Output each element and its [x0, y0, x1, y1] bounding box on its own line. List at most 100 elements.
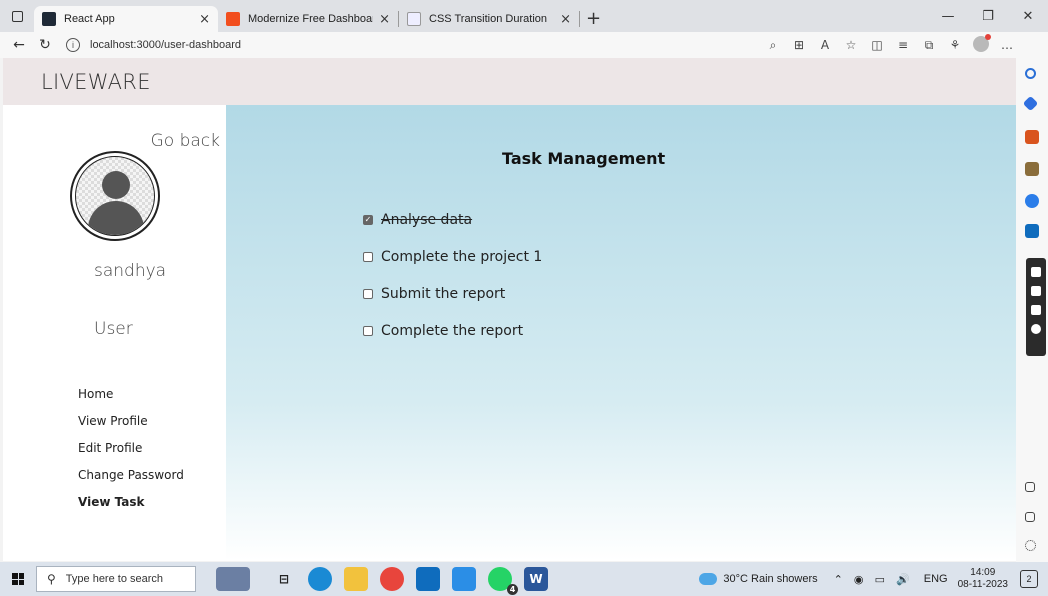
rain-cloud-icon [699, 573, 718, 585]
back-arrow-icon[interactable]: ← [6, 37, 32, 53]
close-tab-icon[interactable]: × [199, 12, 210, 27]
edge-browser-icon[interactable] [308, 567, 332, 591]
search-icon: ⚲ [47, 572, 56, 586]
word-icon[interactable]: W [524, 567, 548, 591]
refresh-icon[interactable]: ↻ [32, 37, 58, 53]
app-header: LIVEWARE [3, 58, 1016, 105]
profile-avatar-icon[interactable] [968, 33, 994, 55]
close-tab-icon[interactable]: × [379, 12, 390, 27]
settings-icon[interactable] [1031, 324, 1041, 334]
toolbar-icons: ⌕ ⊞ A ☆ ◫ ≡ ⧉ ⚘ … [760, 32, 1020, 58]
sidebar-item-edit-profile[interactable]: Edit Profile [78, 441, 184, 468]
user-role-text: User [94, 319, 133, 339]
windows-taskbar: ⚲ Type here to search ⊟ 4 W 30°C Rain sh… [0, 562, 1048, 596]
app-available-icon[interactable]: ⊞ [786, 38, 812, 52]
task-view-icon[interactable]: ⊟ [272, 567, 296, 591]
task-label: Complete the report [381, 322, 524, 339]
browser-tab-modernize[interactable]: Modernize Free Dashboard Desi × [218, 6, 398, 32]
weather-widget[interactable]: 30°C Rain showers [699, 573, 818, 585]
task-item: ✓ Analyse data [363, 201, 542, 238]
task-checkbox[interactable] [363, 288, 373, 299]
notification-count: 2 [1026, 574, 1032, 584]
games-icon[interactable] [1025, 162, 1039, 176]
clock-date: 08-11-2023 [957, 579, 1008, 590]
pinned-app-image-icon[interactable] [216, 567, 250, 591]
taskbar-search[interactable]: ⚲ Type here to search [36, 566, 196, 592]
chrome-icon[interactable] [380, 567, 404, 591]
task-checkbox[interactable]: ✓ [363, 214, 373, 225]
task-checkbox[interactable] [363, 325, 373, 336]
restore-icon[interactable]: ❐ [968, 0, 1008, 32]
tracking-icon[interactable]: ⌕ [760, 38, 786, 53]
whatsapp-badge: 4 [507, 584, 518, 595]
clock[interactable]: 14:09 08-11-2023 [958, 567, 1008, 591]
react-favicon-icon [42, 12, 56, 26]
avatar-placeholder-icon [75, 156, 155, 236]
outlook-icon[interactable] [1025, 224, 1039, 238]
task-label: Analyse data [381, 211, 473, 228]
window-controls: — ❐ ✕ [928, 0, 1048, 32]
task-item: Submit the report [363, 275, 542, 312]
sidebar-item-view-task[interactable]: View Task [78, 495, 184, 522]
sidebar-item-view-profile[interactable]: View Profile [78, 414, 184, 441]
search-icon[interactable] [1025, 68, 1036, 79]
task-label: Complete the project 1 [381, 248, 543, 265]
sidebar-toggle-icon[interactable] [1025, 482, 1035, 492]
close-window-icon[interactable]: ✕ [1008, 0, 1048, 32]
minimize-icon[interactable]: — [928, 0, 968, 32]
tab-separator [579, 11, 580, 27]
task-item: Complete the project 1 [363, 238, 542, 275]
favorite-star-icon[interactable]: ☆ [838, 38, 864, 52]
brand-logo-text: LIVEWARE [41, 69, 151, 94]
site-info-icon[interactable]: i [66, 38, 80, 52]
task-panel: Task Management ✓ Analyse data Complete … [226, 105, 1016, 561]
page-title: Task Management [502, 149, 666, 168]
address-bar[interactable]: i localhost:3000/user-dashboard [66, 38, 706, 52]
task-list: ✓ Analyse data Complete the project 1 Su… [363, 201, 542, 349]
browser-tab-css-transition[interactable]: CSS Transition Duration × [399, 6, 579, 32]
tray-icons[interactable]: ⌃ ◉ ▭ 🔊 [834, 573, 914, 586]
browser-tab-react-app[interactable]: React App × [34, 6, 218, 32]
tag-icon[interactable] [1022, 95, 1039, 112]
tools-icon[interactable] [1025, 130, 1039, 144]
notification-center-icon[interactable]: 2 [1020, 570, 1038, 588]
system-tray: 30°C Rain showers ⌃ ◉ ▭ 🔊 ENG 14:09 08-1… [699, 562, 1048, 596]
clock-time: 14:09 [970, 567, 996, 578]
whatsapp-icon[interactable]: 4 [488, 567, 518, 595]
language-indicator[interactable]: ENG [924, 573, 948, 585]
task-item: Complete the report [363, 312, 542, 349]
tab-actions-menu[interactable] [0, 0, 34, 32]
profile-avatar [70, 151, 160, 241]
favorites-icon[interactable]: ≡ [890, 38, 916, 52]
vscode-icon[interactable] [452, 567, 476, 591]
read-aloud-icon[interactable]: A [812, 38, 838, 52]
capture-toolbar [1026, 258, 1046, 356]
task-checkbox[interactable] [363, 251, 373, 262]
file-explorer-icon[interactable] [344, 567, 368, 591]
split-screen-icon[interactable]: ◫ [864, 38, 890, 52]
office-icon[interactable] [1025, 194, 1039, 208]
sidebar-item-home[interactable]: Home [78, 387, 184, 414]
browser-tab-strip: React App × Modernize Free Dashboard Des… [0, 0, 1048, 32]
tab-label: Modernize Free Dashboard Desi [248, 13, 373, 25]
close-tab-icon[interactable]: × [560, 12, 571, 27]
web-page: LIVEWARE Go back sandhya User Home View … [3, 58, 1016, 561]
page-favicon-icon [407, 12, 421, 26]
open-external-icon[interactable] [1025, 512, 1035, 522]
more-menu-icon[interactable]: … [994, 38, 1020, 52]
camera-icon[interactable] [1031, 267, 1041, 277]
settings-gear-icon[interactable] [1025, 540, 1036, 551]
collections-icon[interactable]: ⧉ [916, 38, 942, 53]
new-tab-button[interactable]: + [586, 8, 601, 29]
user-sidebar: Go back sandhya User Home View Profile E… [3, 105, 226, 561]
video-icon[interactable] [1031, 286, 1041, 296]
start-button[interactable] [0, 562, 36, 596]
sidebar-item-change-password[interactable]: Change Password [78, 468, 184, 495]
username-text: sandhya [94, 261, 167, 281]
url-text: localhost:3000/user-dashboard [90, 39, 242, 51]
mail-icon[interactable] [416, 567, 440, 591]
go-back-link[interactable]: Go back [151, 131, 220, 151]
tab-label: CSS Transition Duration [429, 13, 547, 25]
extensions-icon[interactable]: ⚘ [942, 38, 968, 52]
layout-icon[interactable] [1031, 305, 1041, 315]
